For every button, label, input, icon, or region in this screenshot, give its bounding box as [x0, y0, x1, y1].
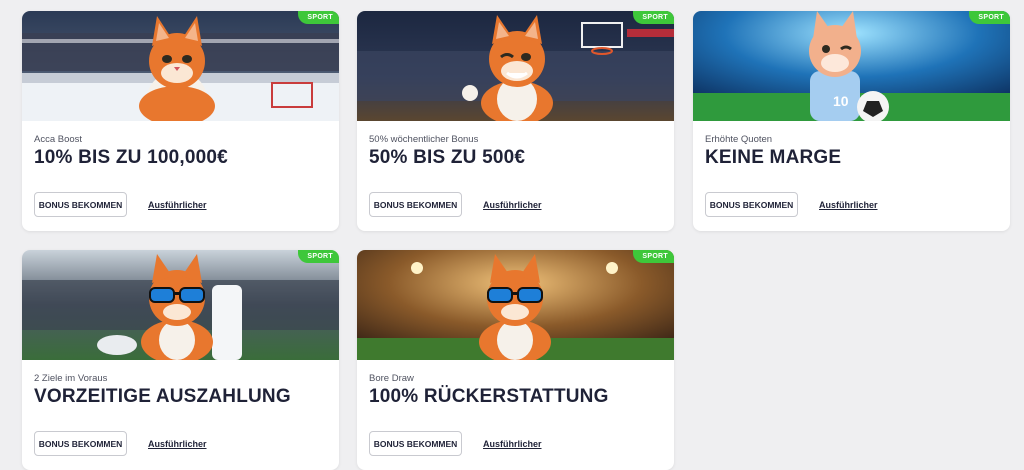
promo-headline: KEINE MARGE [705, 147, 842, 168]
details-link[interactable]: Ausführlicher [148, 200, 207, 210]
promo-headline: VORZEITIGE AUSZAHLUNG [34, 386, 291, 407]
promo-banner-image [357, 250, 674, 360]
get-bonus-button[interactable]: BONUS BEKOMMEN [34, 431, 127, 456]
details-link[interactable]: Ausführlicher [819, 200, 878, 210]
details-link[interactable]: Ausführlicher [483, 439, 542, 449]
promo-card-acca-boost: SPORT Acca Boost 10% BIS ZU 100,000€ BON… [22, 11, 339, 231]
promo-banner-image [22, 250, 339, 360]
promo-card-boosted-odds: 10 SPORT Erhöhte Quoten KEINE MARGE BONU… [693, 11, 1010, 231]
promo-card-bore-draw: SPORT Bore Draw 100% RÜCKERSTATTUNG BONU… [357, 250, 674, 470]
promo-headline: 50% BIS ZU 500€ [369, 147, 526, 168]
sport-badge: SPORT [633, 250, 674, 263]
sport-badge: SPORT [298, 11, 339, 24]
sport-badge: SPORT [969, 11, 1010, 24]
promo-subtitle: Erhöhte Quoten [705, 134, 773, 145]
details-link[interactable]: Ausführlicher [148, 439, 207, 449]
ice-hockey-arena-illustration [22, 11, 339, 121]
get-bonus-button[interactable]: BONUS BEKOMMEN [34, 192, 127, 217]
sport-badge: SPORT [633, 11, 674, 24]
promo-subtitle: 50% wöchentlicher Bonus [369, 134, 479, 145]
promo-headline: 100% RÜCKERSTATTUNG [369, 386, 609, 407]
basketball-arena-illustration [357, 11, 674, 121]
promo-subtitle: Acca Boost [34, 134, 83, 145]
promo-card-weekly-bonus: SPORT 50% wöchentlicher Bonus 50% BIS ZU… [357, 11, 674, 231]
svg-text:10: 10 [833, 93, 849, 109]
details-link[interactable]: Ausführlicher [483, 200, 542, 210]
get-bonus-button[interactable]: BONUS BEKOMMEN [705, 192, 798, 217]
promo-banner-image: 10 [693, 11, 1010, 121]
promo-banner-image [357, 11, 674, 121]
stadium-night-lights-illustration [357, 250, 674, 360]
promo-headline: 10% BIS ZU 100,000€ [34, 147, 228, 168]
promo-banner-image [22, 11, 339, 121]
football-stadium-illustration: 10 [693, 11, 1010, 121]
promo-subtitle: 2 Ziele im Voraus [34, 373, 108, 384]
promo-subtitle: Bore Draw [369, 373, 414, 384]
get-bonus-button[interactable]: BONUS BEKOMMEN [369, 192, 462, 217]
stadium-console-illustration [22, 250, 339, 360]
get-bonus-button[interactable]: BONUS BEKOMMEN [369, 431, 462, 456]
promo-card-early-payout: SPORT 2 Ziele im Voraus VORZEITIGE AUSZA… [22, 250, 339, 470]
sport-badge: SPORT [298, 250, 339, 263]
